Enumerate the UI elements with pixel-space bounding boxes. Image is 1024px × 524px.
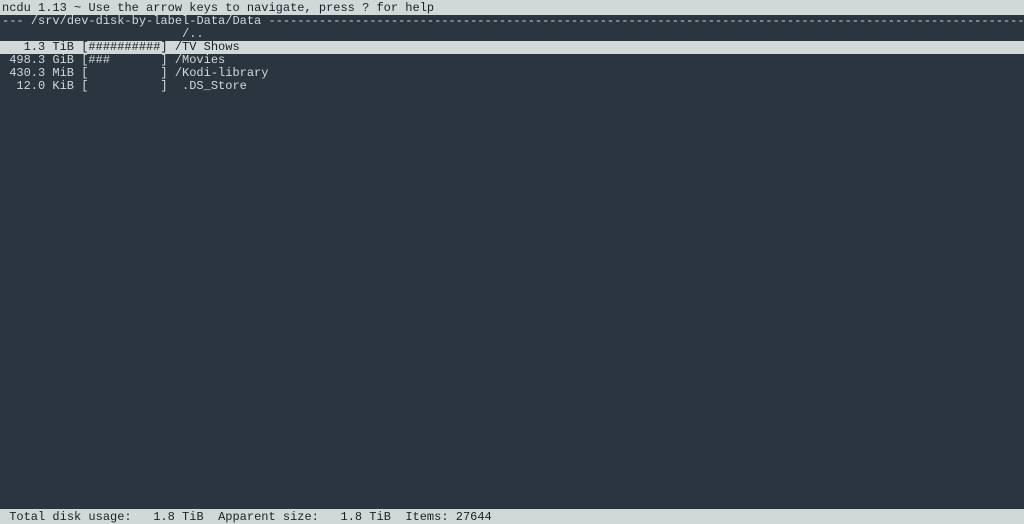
app-name: ncdu [2,1,31,15]
status-bar: Total disk usage: 1.8 TiB Apparent size:… [0,509,1024,524]
current-path: /srv/dev-disk-by-label-Data/Data [31,14,261,28]
breadcrumb-dashes: ----------------------------------------… [261,14,1024,28]
file-list[interactable]: /.. 1.3 TiB [##########] /TV Shows 498.3… [0,28,1024,93]
apparent-size-value: 1.8 TiB [341,510,391,524]
items-value: 27644 [456,510,492,524]
breadcrumb-prefix: --- [2,14,24,28]
items-label: Items: [405,510,448,524]
list-item[interactable]: 12.0 KiB [ ] .DS_Store [0,80,1024,93]
title-bar: ncdu 1.13 ~ Use the arrow keys to naviga… [0,0,1024,15]
total-usage-value: 1.8 TiB [153,510,203,524]
total-usage-label: Total disk usage: [9,510,131,524]
app-version: 1.13 [38,1,67,15]
apparent-size-label: Apparent size: [218,510,319,524]
help-hint: Use the arrow keys to navigate, press ? … [88,1,434,15]
